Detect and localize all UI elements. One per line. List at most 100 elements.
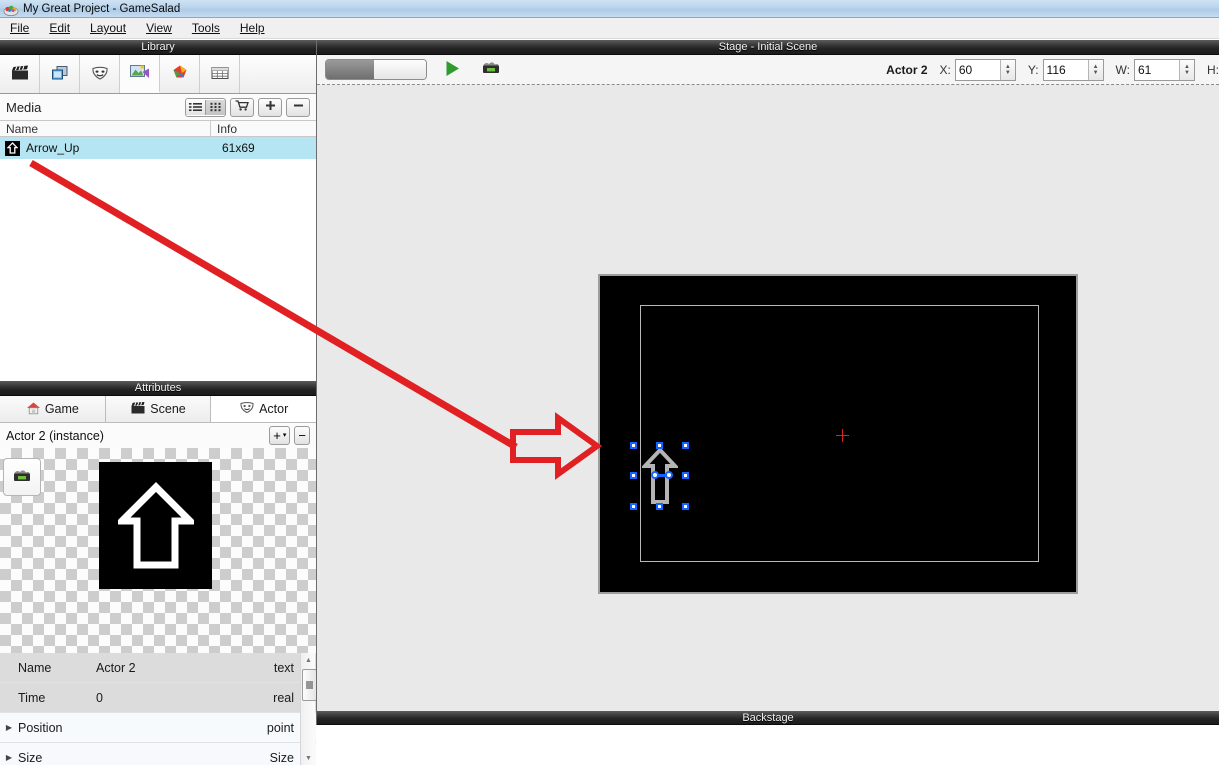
w-stepper[interactable]: ▲ ▼ <box>1179 59 1194 80</box>
preview-edit-toggle[interactable] <box>325 59 427 80</box>
backstage-label: Backstage <box>317 711 1219 725</box>
colors-tab[interactable] <box>160 55 200 93</box>
table-row[interactable]: Name Actor 2 text <box>0 653 316 683</box>
expand-triangle-icon[interactable]: ▶ <box>0 753 18 762</box>
attribute-value[interactable]: Actor 2 <box>96 661 274 675</box>
clapperboard-icon <box>10 64 30 85</box>
chevron-down-icon: ▾ <box>282 432 287 439</box>
images-tab[interactable] <box>120 55 160 93</box>
menu-layout-label: Layout <box>90 21 127 35</box>
resize-handle-sw[interactable] <box>630 503 637 510</box>
stage-header: Stage - Initial Scene <box>317 40 1219 55</box>
selected-actor[interactable] <box>630 442 690 510</box>
marketplace-button[interactable] <box>230 97 254 117</box>
scroll-up-arrow-icon[interactable]: ▲ <box>301 653 316 667</box>
attribute-key: Position <box>18 720 63 735</box>
resize-handle-e[interactable] <box>682 472 689 479</box>
tables-tab[interactable] <box>200 55 240 93</box>
resize-handle-nw[interactable] <box>630 442 637 449</box>
tab-actor[interactable]: Actor <box>211 396 317 422</box>
list-view-icon[interactable] <box>186 99 205 115</box>
table-row[interactable]: ▶ Size Size <box>0 743 316 765</box>
table-row[interactable]: ▶ Position point <box>0 713 316 743</box>
menu-file[interactable]: File <box>0 19 39 37</box>
stage-header-label: Stage - Initial Scene <box>317 40 1219 55</box>
attributes-scrollbar[interactable]: ▲ ▼ <box>300 653 317 765</box>
media-title: Media <box>6 99 42 115</box>
preview-camera-button[interactable] <box>3 458 41 496</box>
media-item-info: 61x69 <box>222 141 255 155</box>
house-icon <box>26 401 41 418</box>
attribute-key: Name <box>18 660 52 675</box>
attribute-key: Time <box>18 690 46 705</box>
center-pivot-handle[interactable] <box>651 471 659 479</box>
selection-coordinates: Actor 2 X: ▲▼ Y: ▲▼ W: ▲▼ H: <box>886 58 1219 81</box>
grid-view-icon[interactable] <box>205 99 225 115</box>
publish-camera-icon <box>480 59 502 80</box>
media-item-name: Arrow_Up <box>26 141 80 155</box>
media-bar: Media <box>0 94 316 120</box>
remove-attribute-button[interactable]: − <box>294 426 310 445</box>
media-list-item[interactable]: Arrow_Up 61x69 <box>0 137 316 159</box>
scroll-down-arrow-icon[interactable]: ▼ <box>301 751 316 765</box>
expand-triangle-icon[interactable]: ▶ <box>0 723 18 732</box>
library-header-label: Library <box>0 40 316 55</box>
resize-handle-s[interactable] <box>656 503 663 510</box>
scrollbar-thumb[interactable] <box>302 669 317 701</box>
resize-handle-ne[interactable] <box>682 442 689 449</box>
library-toolbar-filler <box>240 55 316 93</box>
x-stepper[interactable]: ▲ ▼ <box>999 59 1015 80</box>
resize-handle-w[interactable] <box>630 472 637 479</box>
grip-lines-icon <box>306 681 313 689</box>
menu-layout[interactable]: Layout <box>80 19 136 37</box>
resize-handle-n[interactable] <box>656 442 663 449</box>
library-tab-toolbar <box>0 55 316 94</box>
color-palette-icon <box>170 64 190 85</box>
column-header-name[interactable]: Name <box>0 120 211 137</box>
attribute-type: text <box>273 660 294 675</box>
attributes-header: Attributes <box>0 381 316 396</box>
rotation-handle[interactable] <box>665 471 673 479</box>
actors-tab[interactable] <box>40 55 80 93</box>
h-label: H: <box>1207 62 1219 77</box>
y-spinner[interactable]: ▲▼ <box>1042 58 1104 81</box>
scenes-tab[interactable] <box>0 55 40 93</box>
menu-view[interactable]: View <box>136 19 182 37</box>
attribute-type: real <box>273 690 294 705</box>
menu-help[interactable]: Help <box>230 19 275 37</box>
backstage-bar: Backstage <box>317 711 1219 725</box>
y-stepper[interactable]: ▲ ▼ <box>1087 59 1103 80</box>
column-header-info[interactable]: Info <box>211 122 316 136</box>
add-attribute-button[interactable]: + ▾ <box>269 426 291 445</box>
scene-frame[interactable] <box>598 274 1078 594</box>
attribute-type: Size <box>269 750 294 765</box>
library-header: Library <box>0 40 316 55</box>
publish-button[interactable] <box>480 59 502 80</box>
stage-canvas-area[interactable] <box>317 85 1219 711</box>
view-mode-toggle[interactable] <box>185 97 226 117</box>
add-media-button[interactable] <box>258 97 282 117</box>
remove-media-button[interactable] <box>286 97 310 117</box>
media-column-headers: Name Info <box>0 120 316 137</box>
menu-edit[interactable]: Edit <box>39 19 80 37</box>
w-spinner[interactable]: ▲▼ <box>1134 58 1195 81</box>
x-input[interactable] <box>955 59 1000 80</box>
behaviors-tab[interactable] <box>80 55 120 93</box>
selected-actor-name: Actor 2 <box>886 62 928 77</box>
attribute-value[interactable]: 0 <box>96 691 273 705</box>
tab-scene[interactable]: Scene <box>105 396 212 422</box>
instance-bar: Actor 2 (instance) + ▾ − <box>0 423 316 448</box>
arrow-up-thumbnail-icon <box>5 140 20 156</box>
tab-game[interactable]: Game <box>0 396 106 422</box>
table-row[interactable]: Time 0 real <box>0 683 316 713</box>
y-input[interactable] <box>1043 59 1088 80</box>
menu-tools[interactable]: Tools <box>182 19 230 37</box>
menu-file-label: File <box>10 21 30 35</box>
play-button[interactable] <box>443 59 462 81</box>
x-spinner[interactable]: ▲▼ <box>954 58 1016 81</box>
gamesalad-window: My Great Project - GameSalad File Edit L… <box>0 0 1219 765</box>
w-input[interactable] <box>1135 59 1179 80</box>
resize-handle-se[interactable] <box>682 503 689 510</box>
stage-toolbar: Actor 2 X: ▲▼ Y: ▲▼ W: ▲▼ H: <box>317 55 1219 85</box>
mask-icon <box>239 400 255 417</box>
